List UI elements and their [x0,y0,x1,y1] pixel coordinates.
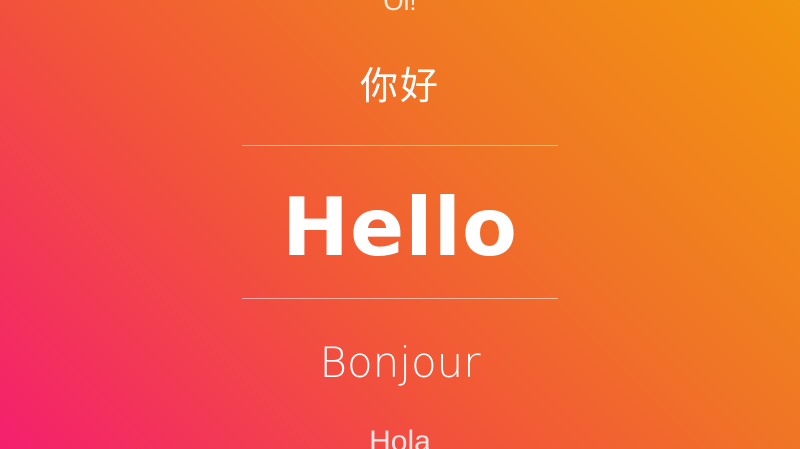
picker-option-oi[interactable]: Oi! [0,0,800,16]
picker-option-hola[interactable]: Hola [0,424,800,449]
greeting-picker[interactable]: Oi! 你好 Hello Bonjour Hola [0,0,800,449]
picker-selected-option-hello[interactable]: Hello [0,180,800,276]
selection-divider-bottom [242,298,558,299]
picker-option-bonjour[interactable]: Bonjour [0,338,800,388]
picker-option-nihao[interactable]: 你好 [0,62,800,110]
selection-divider-top [242,145,558,146]
